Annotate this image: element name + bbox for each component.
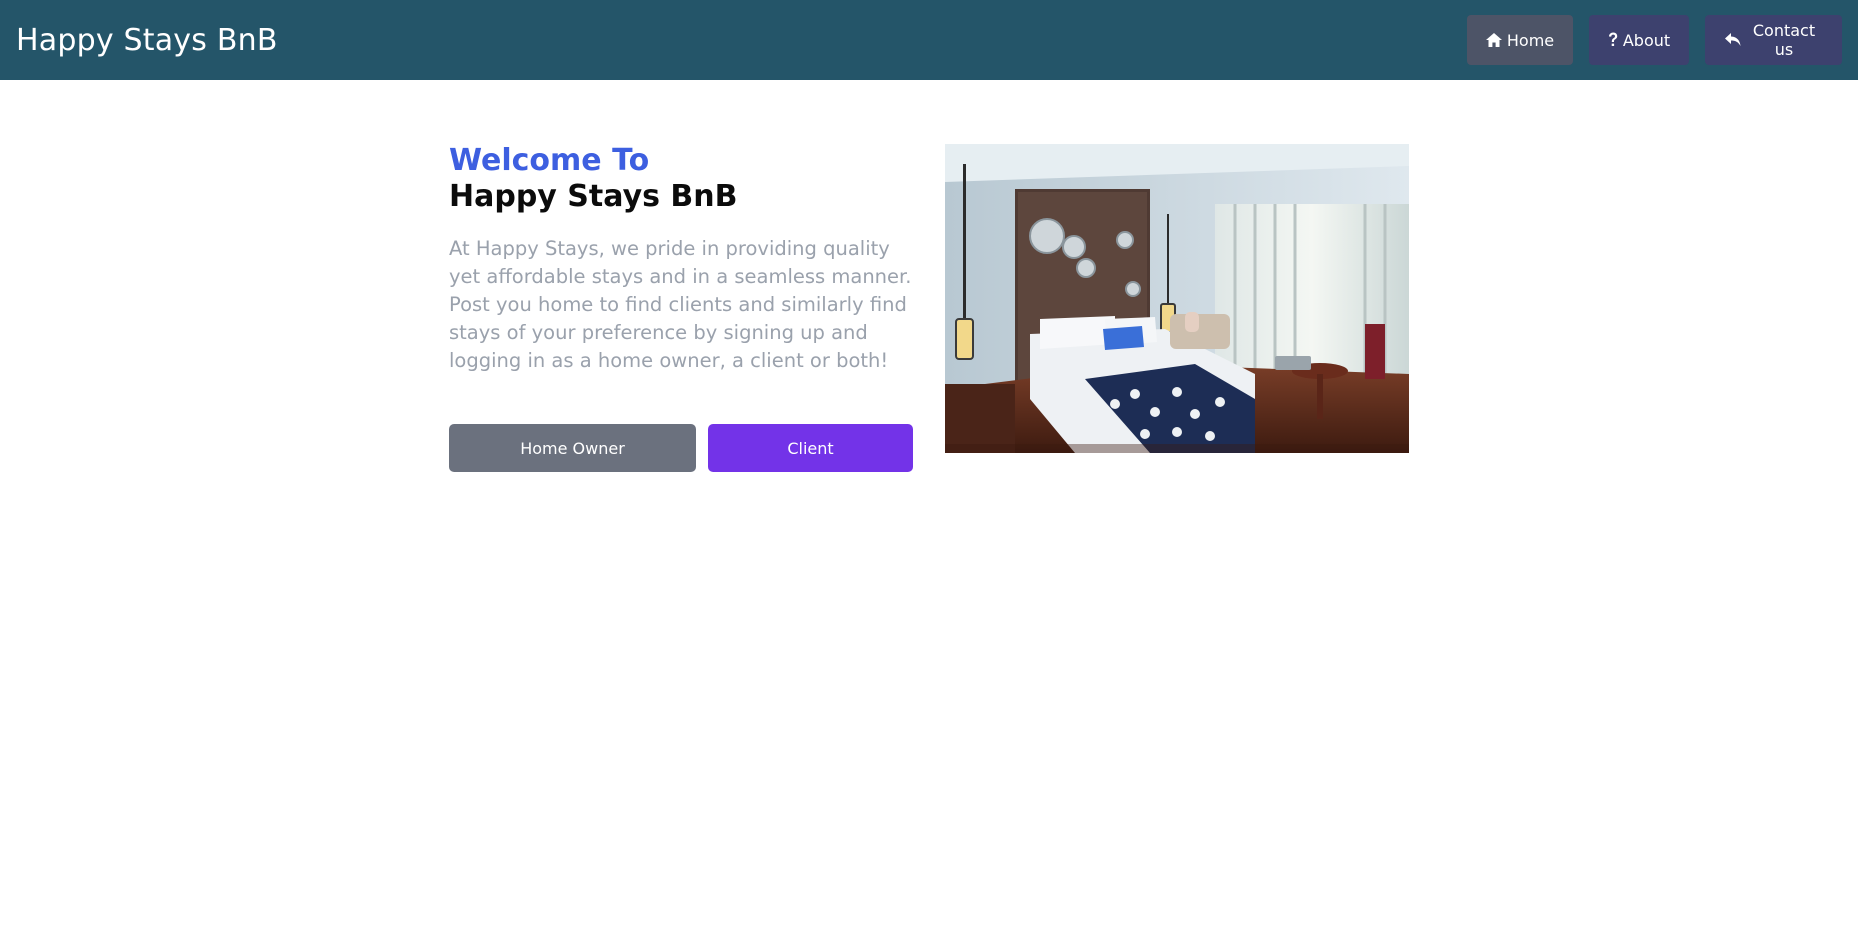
client-button[interactable]: Client — [708, 424, 913, 472]
nav-contact-label: Contact us — [1752, 21, 1816, 59]
nav-home-button[interactable]: Home — [1467, 15, 1573, 65]
hotel-bedroom-photo — [945, 144, 1409, 453]
bedroom-illustration — [945, 144, 1409, 453]
cta-buttons: Home Owner Client — [449, 424, 913, 472]
question-icon — [1608, 32, 1618, 48]
welcome-heading: Welcome To — [449, 143, 650, 178]
nav-home-label: Home — [1506, 30, 1555, 50]
hero-text: Welcome To Happy Stays BnB At Happy Stay… — [449, 143, 915, 375]
nav-menu: Home About Contact us — [1467, 15, 1842, 65]
hero-title: Happy Stays BnB — [449, 179, 738, 214]
brand-logo-text[interactable]: Happy Stays BnB — [16, 23, 278, 58]
home-icon — [1485, 32, 1502, 48]
home-owner-button[interactable]: Home Owner — [449, 424, 696, 472]
nav-about-button[interactable]: About — [1589, 15, 1689, 65]
nav-about-label: About — [1622, 30, 1671, 50]
top-navbar: Happy Stays BnB Home About Contact us — [0, 0, 1858, 80]
reply-icon — [1725, 32, 1741, 48]
intro-paragraph: At Happy Stays, we pride in providing qu… — [449, 237, 912, 372]
nav-contact-button[interactable]: Contact us — [1705, 15, 1842, 65]
